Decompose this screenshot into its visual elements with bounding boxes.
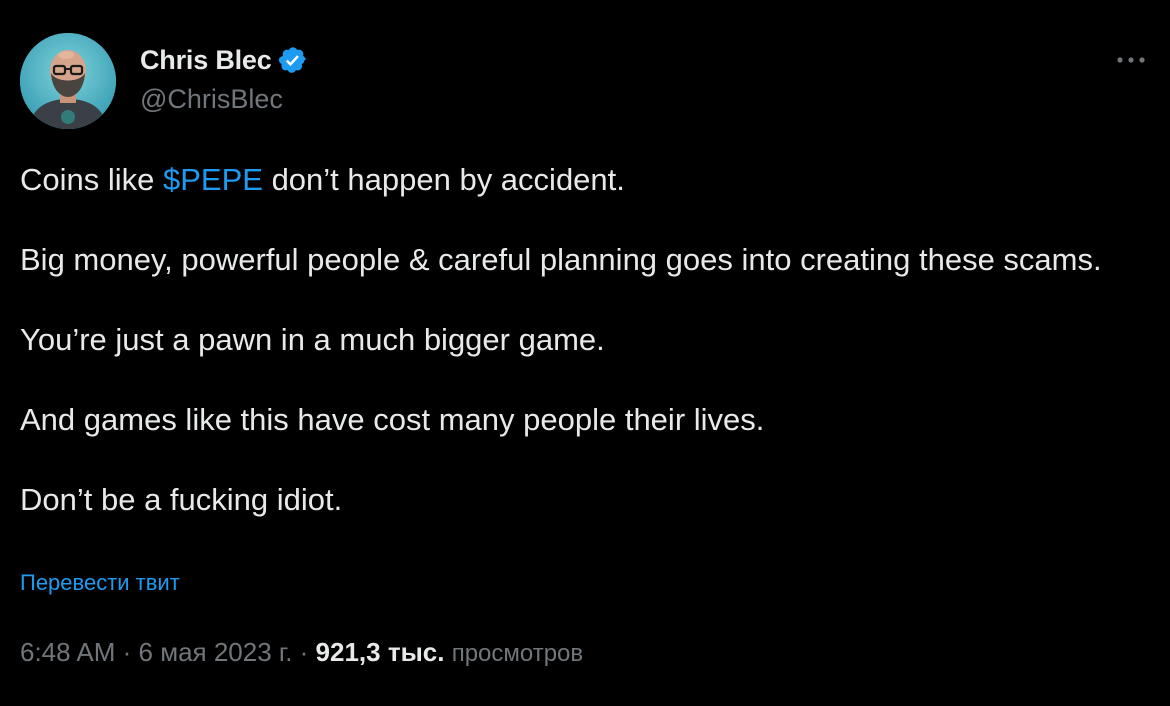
more-horizontal-icon	[1117, 57, 1145, 63]
tweet-paragraph: Coins like $PEPE don’t happen by acciden…	[20, 160, 1140, 200]
views-count: 921,3 тыс.	[315, 637, 445, 667]
verified-badge-icon	[278, 45, 308, 75]
tweet-card: Chris Blec @ChrisBlec Coins like $PEPE d…	[0, 0, 1170, 706]
tweet-paragraph: Don’t be a fucking idiot.	[20, 482, 343, 517]
meta-separator: ·	[115, 637, 139, 667]
meta-separator: ·	[292, 637, 316, 667]
author-handle[interactable]: @ChrisBlec	[140, 84, 283, 115]
cashtag-link[interactable]: $PEPE	[163, 162, 263, 197]
views-label: просмотров	[451, 640, 584, 667]
author-avatar[interactable]	[20, 33, 116, 129]
tweet-paragraph: You’re just a pawn in a much bigger game…	[20, 322, 605, 357]
translate-tweet-link[interactable]: Перевести твит	[20, 570, 180, 596]
tweet-time[interactable]: 6:48 AM	[20, 637, 115, 667]
tweet-text-segment: Coins like	[20, 162, 163, 197]
tweet-paragraph: And games like this have cost many peopl…	[20, 402, 765, 437]
tweet-text: Coins like $PEPE don’t happen by acciden…	[20, 160, 1140, 520]
tweet-paragraph: Big money, powerful people & careful pla…	[20, 242, 1102, 277]
tweet-date[interactable]: 6 мая 2023 г.	[139, 637, 293, 667]
tweet-text-segment: don’t happen by accident.	[262, 162, 625, 197]
author-display-name[interactable]: Chris Blec	[140, 45, 272, 76]
avatar-image	[20, 33, 116, 129]
more-options-button[interactable]	[1114, 48, 1148, 72]
author-name-row: Chris Blec	[140, 42, 308, 78]
tweet-meta: 6:48 AM · 6 мая 2023 г. · 921,3 тыс. про…	[20, 637, 583, 668]
